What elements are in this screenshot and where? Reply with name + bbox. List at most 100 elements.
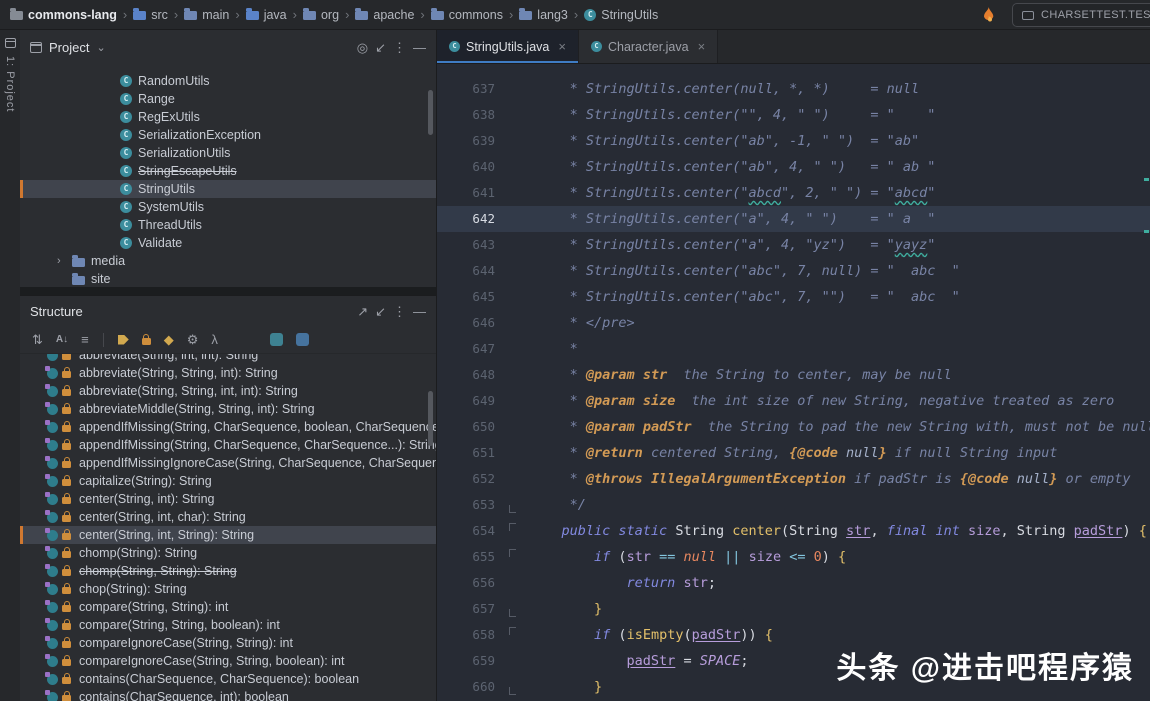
minimize-icon[interactable]: — (413, 41, 426, 54)
editor-line[interactable]: 647 * (437, 336, 1150, 362)
chevron-down-icon[interactable]: ⌄ (96, 41, 105, 54)
editor-line[interactable]: 640 * StringUtils.center("ab", 4, " ") =… (437, 154, 1150, 180)
tree-item[interactable]: CThreadUtils (20, 216, 436, 234)
editor-line[interactable]: 650 * @param padStr the String to pad th… (437, 414, 1150, 440)
minimize-icon[interactable]: — (413, 305, 426, 318)
show-non-public-icon[interactable] (142, 338, 151, 345)
editor-line[interactable]: 644 * StringUtils.center("abc", 7, null)… (437, 258, 1150, 284)
structure-item[interactable]: center(String, int): String (20, 490, 436, 508)
tree-item[interactable]: ›media (20, 252, 436, 270)
editor-line[interactable]: 641 * StringUtils.center("abcd", 2, " ")… (437, 180, 1150, 206)
structure-scrollbar[interactable] (428, 391, 433, 446)
breadcrumb-item[interactable]: commons (431, 8, 503, 22)
close-icon[interactable]: × (558, 39, 566, 54)
fold-marker-icon[interactable] (509, 549, 516, 557)
structure-item[interactable]: center(String, int, String): String (20, 526, 436, 544)
fold-marker-icon[interactable] (509, 687, 516, 695)
toolwindow-icon[interactable] (5, 38, 16, 48)
structure-item[interactable]: contains(CharSequence, int): boolean (20, 688, 436, 701)
editor-line[interactable]: 638 * StringUtils.center("", 4, " ") = "… (437, 102, 1150, 128)
collapse-all-icon[interactable]: ↙ (375, 41, 386, 54)
structure-item[interactable]: compare(String, String): int (20, 598, 436, 616)
structure-item[interactable]: center(String, int, char): String (20, 508, 436, 526)
breadcrumb-item[interactable]: java (246, 8, 287, 22)
breadcrumb-item[interactable]: CStringUtils (584, 8, 658, 22)
structure-item[interactable]: abbreviate(String, String, int, int): St… (20, 382, 436, 400)
structure-item[interactable]: abbreviateMiddle(String, String, int): S… (20, 400, 436, 418)
editor-line[interactable]: 657 } (437, 596, 1150, 622)
editor-line[interactable]: 637 * StringUtils.center(null, *, *) = n… (437, 76, 1150, 102)
breadcrumb-item[interactable]: commons-lang (10, 8, 117, 22)
tree-item[interactable]: CValidate (20, 234, 436, 252)
editor-line[interactable]: 654 public static String center(String s… (437, 518, 1150, 544)
warning-mark[interactable] (1144, 178, 1149, 181)
structure-item[interactable]: appendIfMissing(String, CharSequence, Ch… (20, 436, 436, 454)
sort-by-visibility-icon[interactable]: ⇅ (32, 333, 43, 346)
breadcrumb-item[interactable]: lang3 (519, 8, 568, 22)
tree-item[interactable]: CRegExUtils (20, 108, 436, 126)
tree-item[interactable]: CStringEscapeUtils (20, 162, 436, 180)
more-icon[interactable]: ⋮ (393, 305, 406, 318)
flame-icon[interactable] (982, 7, 995, 24)
editor-line[interactable]: 653 */ (437, 492, 1150, 518)
more-icon[interactable]: ⋮ (393, 41, 406, 54)
show-fields-icon[interactable] (118, 335, 129, 345)
close-icon[interactable]: × (698, 39, 706, 54)
editor-line[interactable]: 649 * @param size the int size of new St… (437, 388, 1150, 414)
chevron-right-icon[interactable]: › (57, 255, 61, 267)
tree-item[interactable]: CRange (20, 90, 436, 108)
expand-icon[interactable]: ↗ (357, 305, 368, 318)
editor-line[interactable]: 639 * StringUtils.center("ab", -1, " ") … (437, 128, 1150, 154)
breadcrumb-item[interactable]: src (133, 8, 168, 22)
structure-item[interactable]: compare(String, String, boolean): int (20, 616, 436, 634)
project-stripe-label[interactable]: 1: Project (4, 56, 16, 112)
lambda-icon[interactable]: λ (211, 333, 218, 346)
tree-item[interactable]: CStringUtils (20, 180, 436, 198)
warning-mark[interactable] (1144, 230, 1149, 233)
tree-item[interactable]: CSystemUtils (20, 198, 436, 216)
editor-line[interactable]: 651 * @return centered String, {@code nu… (437, 440, 1150, 466)
editor-line[interactable]: 655 if (str == null || size <= 0) { (437, 544, 1150, 570)
tab-stringutils-java[interactable]: CStringUtils.java× (437, 30, 579, 63)
locate-icon[interactable]: ◎ (357, 41, 368, 54)
editor-line[interactable]: 652 * @throws IllegalArgumentException i… (437, 466, 1150, 492)
structure-item[interactable]: contains(CharSequence, CharSequence): bo… (20, 670, 436, 688)
structure-item[interactable]: abbreviate(String, String, int): String (20, 364, 436, 382)
structure-item[interactable]: compareIgnoreCase(String, String, boolea… (20, 652, 436, 670)
structure-item[interactable]: chop(String): String (20, 580, 436, 598)
structure-item[interactable]: compareIgnoreCase(String, String): int (20, 634, 436, 652)
fold-marker-icon[interactable] (509, 609, 516, 617)
sort-alphabetically-icon[interactable]: A↓ (56, 335, 68, 345)
structure-item[interactable]: appendIfMissingIgnoreCase(String, CharSe… (20, 454, 436, 472)
tree-item[interactable]: CSerializationUtils (20, 144, 436, 162)
editor-line[interactable]: 642 * StringUtils.center("a", 4, " ") = … (437, 206, 1150, 232)
editor-line[interactable]: 645 * StringUtils.center("abc", 7, "") =… (437, 284, 1150, 310)
breadcrumb-item[interactable]: org (303, 8, 339, 22)
editor-line[interactable]: 648 * @param str the String to center, m… (437, 362, 1150, 388)
tree-item[interactable]: CSerializationException (20, 126, 436, 144)
panel-splitter[interactable] (20, 287, 436, 295)
tree-item[interactable]: site (20, 270, 436, 287)
editor-line[interactable]: 643 * StringUtils.center("a", 4, "yz") =… (437, 232, 1150, 258)
structure-item[interactable]: appendIfMissing(String, CharSequence, bo… (20, 418, 436, 436)
collapse-icon[interactable]: ↙ (375, 305, 386, 318)
project-scrollbar[interactable] (428, 90, 433, 135)
toggle-fields-icon[interactable] (270, 333, 283, 346)
structure-item[interactable]: chomp(String): String (20, 544, 436, 562)
tree-item[interactable]: CRandomUtils (20, 72, 436, 90)
breadcrumb-item[interactable]: apache (355, 8, 414, 22)
breadcrumb-item[interactable]: main (184, 8, 229, 22)
project-title[interactable]: Project (49, 40, 89, 55)
run-config-select[interactable]: CHARSETTEST.TEST (1012, 3, 1150, 27)
fold-marker-icon[interactable] (509, 627, 516, 635)
show-properties-icon[interactable]: ◆ (164, 333, 174, 346)
editor[interactable]: 637 * StringUtils.center(null, *, *) = n… (437, 64, 1150, 701)
editor-line[interactable]: 646 * </pre> (437, 310, 1150, 336)
editor-line[interactable]: 656 return str; (437, 570, 1150, 596)
structure-item[interactable]: chomp(String, String): String (20, 562, 436, 580)
group-methods-icon[interactable]: ≡ (81, 333, 89, 346)
structure-item[interactable]: capitalize(String): String (20, 472, 436, 490)
fold-marker-icon[interactable] (509, 505, 516, 513)
tab-character-java[interactable]: CCharacter.java× (579, 30, 718, 63)
fold-marker-icon[interactable] (509, 523, 516, 531)
